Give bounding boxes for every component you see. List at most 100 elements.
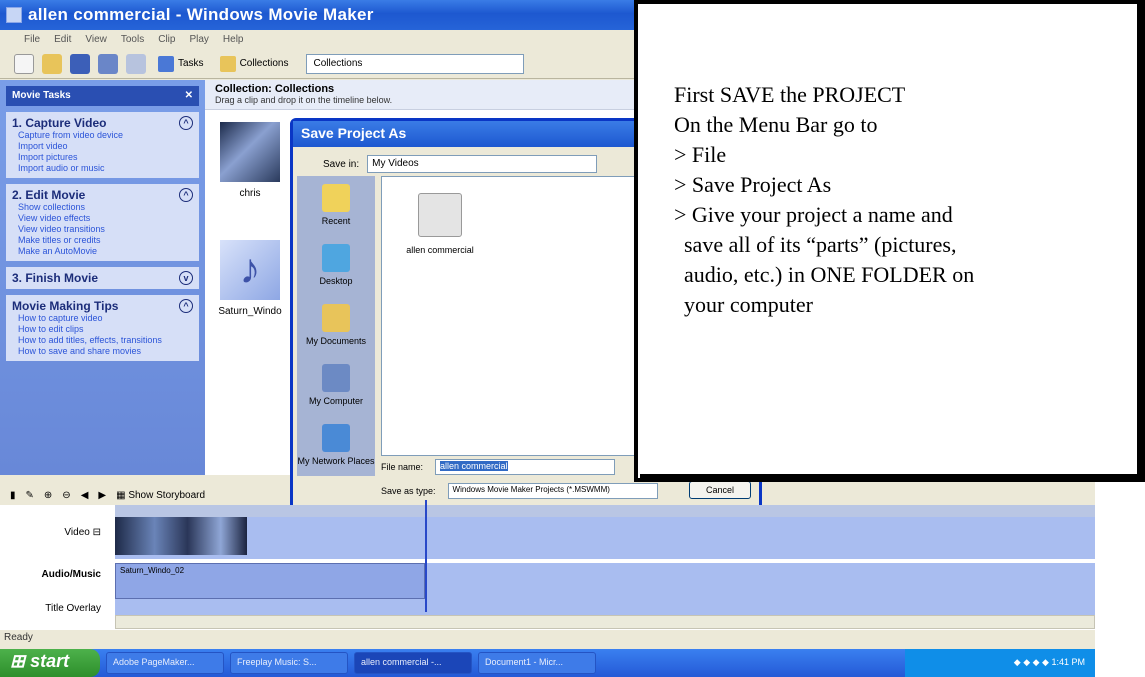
task-link[interactable]: Import video — [12, 141, 193, 152]
instruction-line: save all of its “parts” (pictures, — [684, 232, 957, 257]
save-in-dropdown[interactable]: My Videos — [367, 155, 598, 173]
place-label: Recent — [321, 216, 351, 226]
save-project-icon[interactable] — [70, 53, 90, 74]
track-label-text: Video — [64, 527, 90, 538]
menu-tools[interactable]: Tools — [121, 34, 144, 45]
title-overlay-track[interactable] — [115, 601, 1095, 615]
movie-tasks-pane: Movie Tasks ✕ 1. Capture Video ^ Capture … — [0, 80, 205, 475]
task-section-edit: 2. Edit Movie ^ Show collections View vid… — [6, 184, 199, 261]
taskbar-button[interactable]: allen commercial -... — [354, 652, 472, 674]
menu-view[interactable]: View — [85, 34, 107, 45]
movie-maker-icon — [6, 7, 22, 23]
timeline-ruler[interactable] — [115, 505, 1095, 517]
tray-icons[interactable]: ◆ ◆ ◆ ◆ — [1014, 657, 1052, 667]
menu-help[interactable]: Help — [223, 34, 244, 45]
instruction-line: > Give your project a name and — [674, 202, 953, 227]
documents-folder-icon — [322, 304, 350, 332]
taskbar-button[interactable]: Document1 - Micr... — [478, 652, 596, 674]
task-link[interactable]: How to add titles, effects, transitions — [12, 335, 193, 346]
task-section-title[interactable]: 2. Edit Movie — [12, 188, 85, 202]
video-clip[interactable] — [115, 517, 247, 555]
file-item-label: allen commercial — [406, 245, 474, 255]
taskbar-button[interactable]: Freeplay Music: S... — [230, 652, 348, 674]
callout-shadow — [640, 474, 1145, 482]
video-track[interactable] — [115, 517, 1095, 559]
collections-button[interactable]: Collections — [216, 54, 293, 74]
task-link[interactable]: View video effects — [12, 213, 193, 224]
instruction-line: your computer — [684, 292, 813, 317]
task-link[interactable]: Import pictures — [12, 152, 193, 163]
chevron-up-icon[interactable]: ^ — [179, 299, 193, 313]
clip-item[interactable]: chris — [215, 122, 285, 199]
task-link[interactable]: Import audio or music — [12, 163, 193, 174]
clip-thumbnail — [220, 122, 280, 182]
instruction-line: First SAVE the PROJECT — [674, 82, 906, 107]
network-places-icon — [322, 424, 350, 452]
instruction-line: On the Menu Bar go to — [674, 112, 878, 137]
instruction-callout: First SAVE the PROJECT On the Menu Bar g… — [634, 0, 1145, 482]
track-label-title-overlay: Title Overlay — [45, 603, 101, 614]
place-my-documents[interactable]: My Documents — [297, 296, 375, 356]
audio-track[interactable]: Saturn_Windo_02 — [115, 563, 1095, 601]
menu-play[interactable]: Play — [189, 34, 208, 45]
new-project-icon[interactable] — [14, 53, 34, 74]
movie-project-file-icon — [418, 193, 462, 237]
filename-input[interactable]: allen commercial — [435, 459, 616, 475]
task-link[interactable]: Show collections — [12, 202, 193, 213]
task-section-tips: Movie Making Tips ^ How to capture video … — [6, 295, 199, 361]
place-label: Desktop — [319, 276, 353, 286]
zoom-out-icon[interactable]: ⊖ — [62, 490, 70, 501]
task-link[interactable]: View video transitions — [12, 224, 193, 235]
tasks-icon — [158, 55, 174, 72]
place-desktop[interactable]: Desktop — [297, 236, 375, 296]
redo-icon[interactable] — [126, 53, 146, 74]
track-label-video: Video ⊟ — [64, 527, 101, 538]
clip-item[interactable]: ♪ Saturn_Windo — [215, 240, 285, 317]
menu-clip[interactable]: Clip — [158, 34, 175, 45]
play-icon[interactable]: ▶ — [98, 490, 106, 501]
place-my-network[interactable]: My Network Places — [297, 416, 375, 476]
close-pane-icon[interactable]: ✕ — [185, 90, 193, 102]
task-link[interactable]: How to capture video — [12, 313, 193, 324]
playhead[interactable] — [425, 500, 427, 612]
save-in-label: Save in: — [323, 158, 360, 170]
task-section-title[interactable]: Movie Making Tips — [12, 299, 118, 313]
place-my-computer[interactable]: My Computer — [297, 356, 375, 416]
chevron-up-icon[interactable]: ^ — [179, 188, 193, 202]
menu-edit[interactable]: Edit — [54, 34, 71, 45]
taskbar-button[interactable]: Adobe PageMaker... — [106, 652, 224, 674]
set-audio-levels-icon[interactable]: ▮ — [10, 490, 16, 501]
chevron-up-icon[interactable]: ^ — [179, 116, 193, 130]
clock: 1:41 PM — [1051, 657, 1085, 667]
timeline-scrollbar[interactable] — [115, 615, 1095, 629]
windows-logo-icon: ⊞ — [10, 651, 26, 671]
show-storyboard-button[interactable]: ▦ Show Storyboard — [116, 490, 205, 501]
collections-label: Collections — [239, 58, 289, 69]
filename-label: File name: — [381, 462, 424, 472]
collections-dropdown[interactable]: Collections — [306, 53, 525, 74]
audio-clip[interactable]: Saturn_Windo_02 — [115, 563, 425, 599]
collections-icon — [219, 55, 236, 72]
task-section-title[interactable]: 1. Capture Video — [12, 116, 106, 130]
zoom-in-icon[interactable]: ⊕ — [44, 490, 52, 501]
rewind-icon[interactable]: ◀ — [81, 490, 89, 501]
task-link[interactable]: How to edit clips — [12, 324, 193, 335]
chevron-down-icon[interactable]: v — [179, 271, 193, 285]
save-in-row: Save in: My Videos — [323, 155, 598, 173]
place-recent[interactable]: Recent — [297, 176, 375, 236]
file-item[interactable]: allen commercial — [400, 193, 480, 255]
task-section-title[interactable]: 3. Finish Movie — [12, 271, 98, 285]
tasks-button[interactable]: Tasks — [154, 54, 208, 74]
task-link[interactable]: How to save and share movies — [12, 346, 193, 357]
open-project-icon[interactable] — [42, 53, 62, 74]
instruction-line: audio, etc.) in ONE FOLDER on — [684, 262, 975, 287]
task-link[interactable]: Capture from video device — [12, 130, 193, 141]
undo-icon[interactable] — [98, 53, 118, 74]
start-button[interactable]: ⊞ start — [0, 649, 100, 677]
narrate-icon[interactable]: ✎ — [26, 490, 34, 501]
system-tray: ◆ ◆ ◆ ◆ 1:41 PM — [905, 649, 1095, 677]
menu-file[interactable]: File — [24, 34, 40, 45]
task-link[interactable]: Make an AutoMovie — [12, 246, 193, 257]
show-storyboard-label: Show Storyboard — [128, 489, 206, 501]
task-link[interactable]: Make titles or credits — [12, 235, 193, 246]
